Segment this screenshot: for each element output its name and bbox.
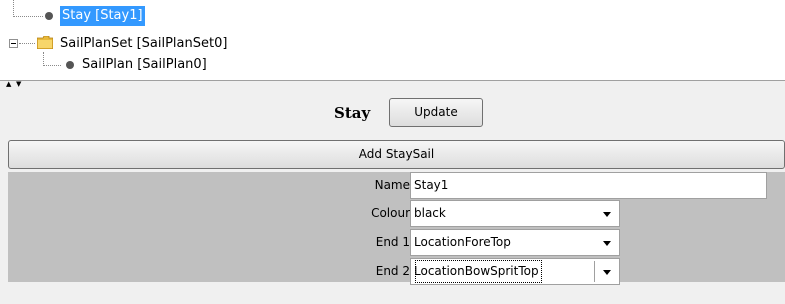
properties-panel: Stay Update Add StaySail Name Stay1 Colo… bbox=[0, 88, 785, 304]
chevron-down-icon bbox=[603, 241, 611, 246]
end2-label: End 2 bbox=[375, 264, 410, 278]
end2-value: LocationBowSpritTop bbox=[414, 259, 543, 284]
splitter-down-icon[interactable]: ▼ bbox=[16, 81, 21, 88]
tree-item-stay[interactable]: Stay [Stay1] bbox=[60, 6, 145, 26]
end1-value: LocationForeTop bbox=[414, 235, 511, 249]
end1-select[interactable]: LocationForeTop bbox=[410, 229, 620, 256]
end2-select[interactable]: LocationBowSpritTop bbox=[410, 258, 620, 285]
colour-select[interactable]: black bbox=[410, 200, 620, 227]
splitter-up-icon[interactable]: ▲ bbox=[6, 81, 11, 88]
tree-view[interactable]: Stay [Stay1] SailPlanSet [SailPlanSet0] … bbox=[0, 0, 785, 80]
end1-label: End 1 bbox=[375, 235, 410, 249]
tree-connector bbox=[43, 52, 44, 66]
name-field[interactable]: Stay1 bbox=[410, 172, 767, 199]
node-dot-icon bbox=[45, 12, 53, 20]
chevron-down-icon bbox=[603, 212, 611, 217]
splitter[interactable]: ▲ ▼ bbox=[0, 80, 785, 88]
node-dot-icon bbox=[66, 61, 74, 69]
add-staysail-button[interactable]: Add StaySail bbox=[8, 140, 785, 169]
tree-item-sailplanset[interactable]: SailPlanSet [SailPlanSet0] bbox=[60, 34, 227, 54]
update-button[interactable]: Update bbox=[389, 98, 483, 127]
tree-connector bbox=[43, 65, 61, 66]
name-label: Name bbox=[374, 178, 410, 192]
panel-header: Stay Update bbox=[0, 98, 785, 128]
tree-connector bbox=[19, 43, 35, 44]
collapse-icon[interactable] bbox=[9, 39, 18, 48]
tree-connector bbox=[13, 0, 14, 17]
chevron-down-icon bbox=[603, 270, 611, 275]
folder-icon bbox=[37, 36, 53, 49]
panel-title: Stay bbox=[334, 104, 371, 122]
colour-value: black bbox=[414, 206, 446, 220]
select-divider bbox=[594, 261, 595, 282]
colour-label: Colour bbox=[371, 206, 410, 220]
tree-connector bbox=[13, 16, 43, 17]
tree-item-sailplan[interactable]: SailPlan [SailPlan0] bbox=[82, 55, 207, 75]
